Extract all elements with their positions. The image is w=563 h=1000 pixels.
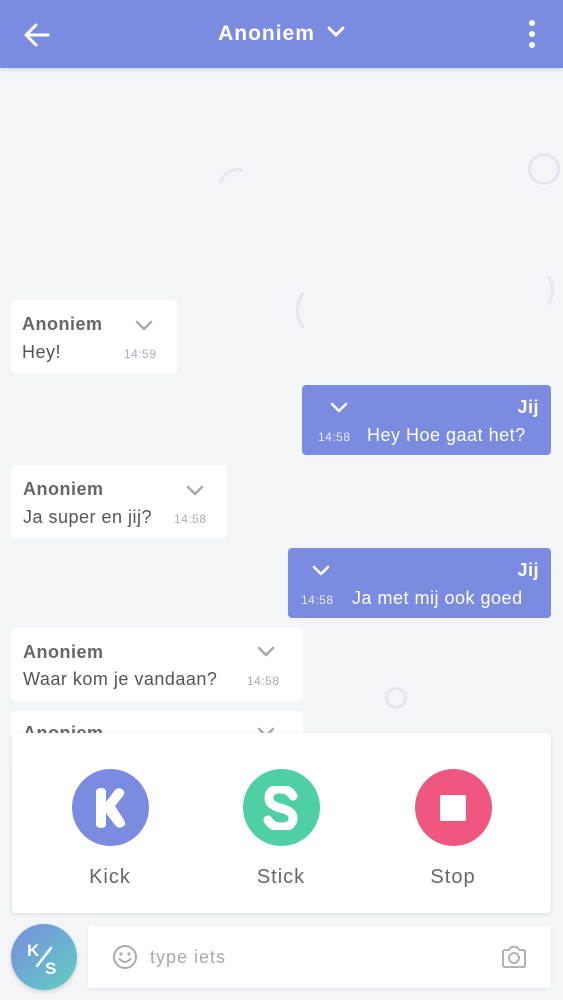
smiley-icon[interactable] bbox=[112, 944, 138, 970]
svg-text:K: K bbox=[27, 941, 40, 960]
chevron-down-icon[interactable] bbox=[257, 645, 275, 657]
app-header: Anoniem bbox=[0, 0, 563, 68]
action-panel: Kick Stick Stop bbox=[12, 733, 551, 913]
chevron-down-icon[interactable] bbox=[135, 319, 153, 331]
ks-logo-icon: K S bbox=[27, 941, 56, 978]
stick-label: Stick bbox=[256, 866, 306, 888]
message-time: 14:58 bbox=[174, 512, 207, 526]
background-decoration bbox=[528, 153, 560, 185]
message-text: Waar kom je vandaan? bbox=[23, 669, 218, 689]
arrow-left-icon[interactable] bbox=[22, 20, 52, 50]
kick-button[interactable]: Kick bbox=[50, 769, 170, 889]
kick-k-icon bbox=[71, 769, 149, 846]
message-time: 14:58 bbox=[247, 674, 280, 688]
message-composer bbox=[88, 926, 551, 988]
kick-label: Kick bbox=[89, 866, 131, 888]
ks-menu-button[interactable]: K S bbox=[11, 924, 77, 990]
message-time: 14:58 bbox=[318, 430, 351, 444]
message-sender: Jij bbox=[517, 397, 539, 417]
stick-s-icon bbox=[242, 769, 320, 846]
message-sender: Anoniem bbox=[23, 479, 104, 499]
chat-title-dropdown[interactable]: Anoniem bbox=[218, 22, 345, 46]
message-input[interactable] bbox=[150, 940, 480, 974]
message-time: 14:58 bbox=[301, 593, 334, 607]
message-sender: Anoniem bbox=[23, 642, 104, 662]
message-outgoing[interactable]: Jij 14:58 Ja met mij ook goed bbox=[288, 548, 551, 618]
chevron-down-icon bbox=[327, 25, 345, 43]
stick-button[interactable]: Stick bbox=[221, 769, 341, 889]
chevron-down-icon[interactable] bbox=[330, 401, 348, 413]
message-outgoing[interactable]: Jij 14:58 Hey Hoe gaat het? bbox=[302, 385, 551, 455]
background-decoration bbox=[210, 160, 266, 216]
message-text: Ja met mij ook goed bbox=[352, 588, 523, 608]
more-vertical-icon[interactable] bbox=[527, 19, 537, 49]
message-text: Ja super en jij? bbox=[23, 507, 153, 527]
chevron-down-icon[interactable] bbox=[312, 564, 330, 576]
message-incoming[interactable]: Anoniem Ja super en jij? 14:58 bbox=[11, 465, 227, 538]
message-incoming[interactable]: Anoniem Hey! 14:59 bbox=[11, 300, 177, 373]
camera-icon[interactable] bbox=[501, 945, 527, 969]
message-text: Hey Hoe gaat het? bbox=[367, 425, 526, 445]
message-incoming[interactable]: Anoniem Waar kom je vandaan? 14:58 bbox=[11, 628, 303, 701]
background-decoration bbox=[385, 687, 407, 709]
message-time: 14:59 bbox=[124, 347, 157, 361]
page-title: Anoniem bbox=[218, 22, 315, 45]
chevron-down-icon[interactable] bbox=[186, 484, 204, 496]
background-decoration bbox=[526, 270, 554, 310]
svg-text:S: S bbox=[45, 959, 56, 978]
background-decoration bbox=[296, 285, 336, 335]
message-text: Hey! bbox=[22, 342, 62, 362]
stop-square-icon bbox=[414, 769, 492, 846]
message-sender: Jij bbox=[517, 560, 539, 580]
stop-label: Stop bbox=[430, 866, 476, 888]
stop-button[interactable]: Stop bbox=[393, 769, 513, 889]
message-sender: Anoniem bbox=[22, 314, 103, 334]
